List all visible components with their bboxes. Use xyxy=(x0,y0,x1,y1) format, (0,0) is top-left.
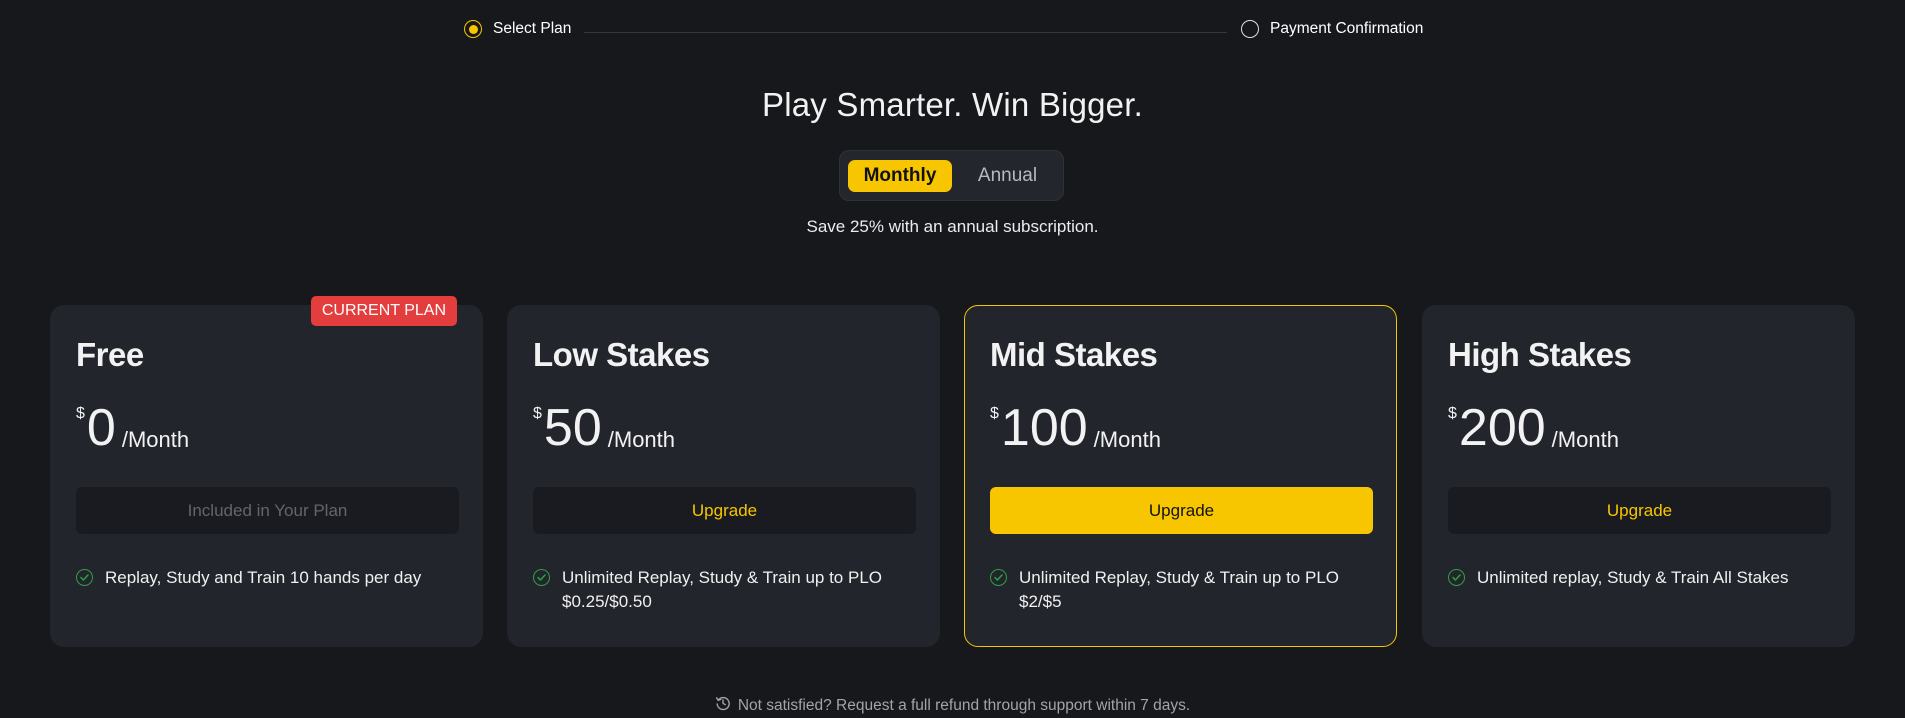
feature-text: Replay, Study and Train 10 hands per day xyxy=(105,568,422,587)
billing-period-toggle: Monthly Annual xyxy=(839,150,1064,201)
plan-price: $ 50 /Month xyxy=(533,401,675,455)
step-connector xyxy=(584,32,1227,33)
price-period: /Month xyxy=(1551,427,1619,452)
plan-name: Free xyxy=(76,336,144,373)
current-plan-badge: CURRENT PLAN xyxy=(310,296,457,326)
plan-card-low-stakes: Low Stakes $ 50 /Month Upgrade Unlimited… xyxy=(507,305,940,647)
step-select-plan[interactable]: Select Plan xyxy=(464,20,571,38)
plan-name: High Stakes xyxy=(1448,336,1632,373)
step-label: Payment Confirmation xyxy=(1270,20,1424,37)
currency-symbol: $ xyxy=(533,405,542,422)
currency-symbol: $ xyxy=(76,405,85,422)
plan-price: $ 200 /Month xyxy=(1448,401,1619,455)
price-amount: 50 xyxy=(543,399,602,457)
step-inactive-radio-icon xyxy=(1241,20,1259,38)
check-circle-icon xyxy=(1448,569,1465,586)
plan-card-mid-stakes: Mid Stakes $ 100 /Month Upgrade Unlimite… xyxy=(964,305,1397,647)
step-active-radio-icon xyxy=(464,20,482,38)
plan-card-free: CURRENT PLAN Free $ 0 /Month Included in… xyxy=(50,296,483,647)
plan-feature: Unlimited Replay, Study & Train up to PL… xyxy=(533,566,914,614)
currency-symbol: $ xyxy=(1448,405,1457,422)
step-label: Select Plan xyxy=(493,20,572,37)
price-amount: 0 xyxy=(86,399,116,457)
price-amount: 200 xyxy=(1458,399,1546,457)
plan-name: Low Stakes xyxy=(533,336,710,373)
annual-savings-note: Save 25% with an annual subscription. xyxy=(806,217,1099,236)
refund-note: Not satisfied? Request a full refund thr… xyxy=(0,695,1905,716)
billing-annual-option[interactable]: Annual xyxy=(960,160,1055,192)
page-headline: Play Smarter. Win Bigger. xyxy=(762,86,1143,123)
upgrade-button-high-stakes[interactable]: Upgrade xyxy=(1448,487,1831,534)
check-circle-icon xyxy=(533,569,550,586)
feature-text: Unlimited replay, Study & Train All Stak… xyxy=(1477,568,1789,587)
currency-symbol: $ xyxy=(990,405,999,422)
refund-note-text: Not satisfied? Request a full refund thr… xyxy=(737,696,1191,714)
history-icon xyxy=(715,695,731,716)
plan-card-high-stakes: High Stakes $ 200 /Month Upgrade Unlimit… xyxy=(1422,305,1855,647)
plan-price: $ 100 /Month xyxy=(990,401,1161,455)
step-payment-confirmation[interactable]: Payment Confirmation xyxy=(1241,20,1423,38)
price-period: /Month xyxy=(1093,427,1161,452)
plan-feature: Unlimited Replay, Study & Train up to PL… xyxy=(990,566,1371,614)
plan-feature: Unlimited replay, Study & Train All Stak… xyxy=(1448,566,1829,590)
price-amount: 100 xyxy=(1000,399,1088,457)
plan-price: $ 0 /Month xyxy=(76,401,189,455)
upgrade-button-low-stakes[interactable]: Upgrade xyxy=(533,487,916,534)
check-circle-icon xyxy=(990,569,1007,586)
plan-name: Mid Stakes xyxy=(990,336,1158,373)
price-period: /Month xyxy=(121,427,190,452)
included-plan-button: Included in Your Plan xyxy=(76,487,459,534)
feature-text: Unlimited Replay, Study & Train up to PL… xyxy=(562,568,883,611)
upgrade-button-mid-stakes[interactable]: Upgrade xyxy=(990,487,1373,534)
price-period: /Month xyxy=(607,427,676,452)
plan-feature: Replay, Study and Train 10 hands per day xyxy=(76,566,457,590)
check-circle-icon xyxy=(76,569,93,586)
billing-monthly-option[interactable]: Monthly xyxy=(848,159,952,192)
feature-text: Unlimited Replay, Study & Train up to PL… xyxy=(1019,568,1340,611)
checkout-stepper: Select Plan Payment Confirmation xyxy=(464,20,1464,44)
